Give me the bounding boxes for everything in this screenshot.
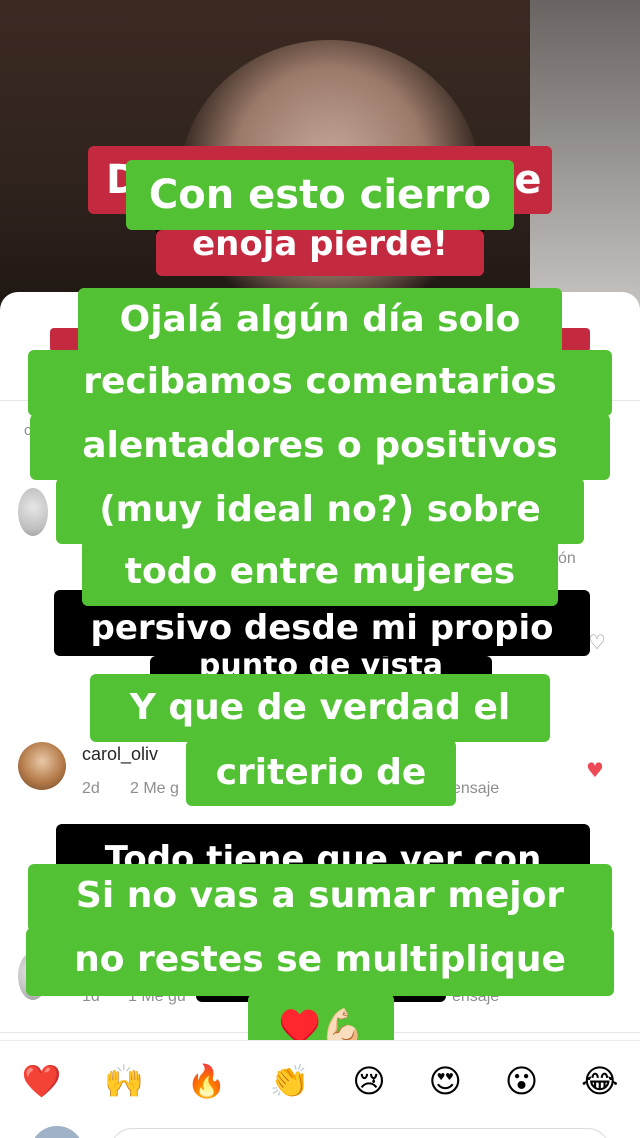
story-line: todo entre mujeres: [82, 540, 558, 606]
story-text-box-3: Y que de verdad el: [90, 674, 550, 742]
story-line: Ojalá algún día solo: [78, 288, 562, 354]
black-line-1: persivo desde mi propio: [90, 608, 554, 648]
story-line: no restes se multiplique: [26, 928, 614, 996]
story-line: recibamos comentarios: [28, 350, 612, 416]
story-line: (muy ideal no?) sobre: [56, 478, 584, 544]
story-text-3: Y que de verdad el: [129, 687, 511, 728]
liked-heart-icon[interactable]: ♥: [586, 760, 604, 780]
right-text-stub: ón: [558, 550, 576, 567]
raised-hands-reaction-icon[interactable]: 🙌: [104, 1065, 144, 1097]
clapping-reaction-icon[interactable]: 👏: [270, 1065, 310, 1097]
red-text-box-second: enoja pierde!: [156, 230, 484, 276]
laughing-reaction-icon[interactable]: 😂: [581, 1065, 618, 1097]
red-second-text: enoja pierde!: [192, 230, 448, 264]
crying-reaction-icon[interactable]: 😢: [352, 1065, 385, 1097]
story-line: Si no vas a sumar mejor: [28, 864, 612, 932]
comment-age: 2d: [82, 780, 100, 797]
fire-reaction-icon[interactable]: 🔥: [187, 1065, 227, 1097]
surprised-reaction-icon[interactable]: 😮: [505, 1065, 538, 1097]
story-text-4: criterio de: [215, 752, 427, 793]
story-text-box-4: criterio de: [186, 740, 456, 806]
story-text-box-1: Con esto cierro: [126, 160, 514, 230]
story-line: alentadores o positivos: [30, 414, 610, 480]
avatar[interactable]: [18, 488, 48, 536]
heart-eyes-reaction-icon[interactable]: 😍: [429, 1065, 462, 1097]
comment-reply[interactable]: ensaje: [452, 780, 499, 798]
comment-username[interactable]: carol_oliv: [82, 744, 158, 765]
like-outline-icon[interactable]: ♡: [588, 632, 606, 652]
red-top-right-letter: e: [514, 157, 542, 203]
comment-avatar[interactable]: [18, 742, 66, 790]
reaction-bar: ❤️ 🙌 🔥 👏 😢 😍 😮 😂: [0, 1040, 640, 1120]
comment-likes[interactable]: 2 Me g: [130, 780, 179, 798]
story-text-1: Con esto cierro: [148, 172, 492, 218]
heart-reaction-icon[interactable]: ❤️: [21, 1065, 61, 1097]
comment-input[interactable]: [110, 1128, 610, 1138]
